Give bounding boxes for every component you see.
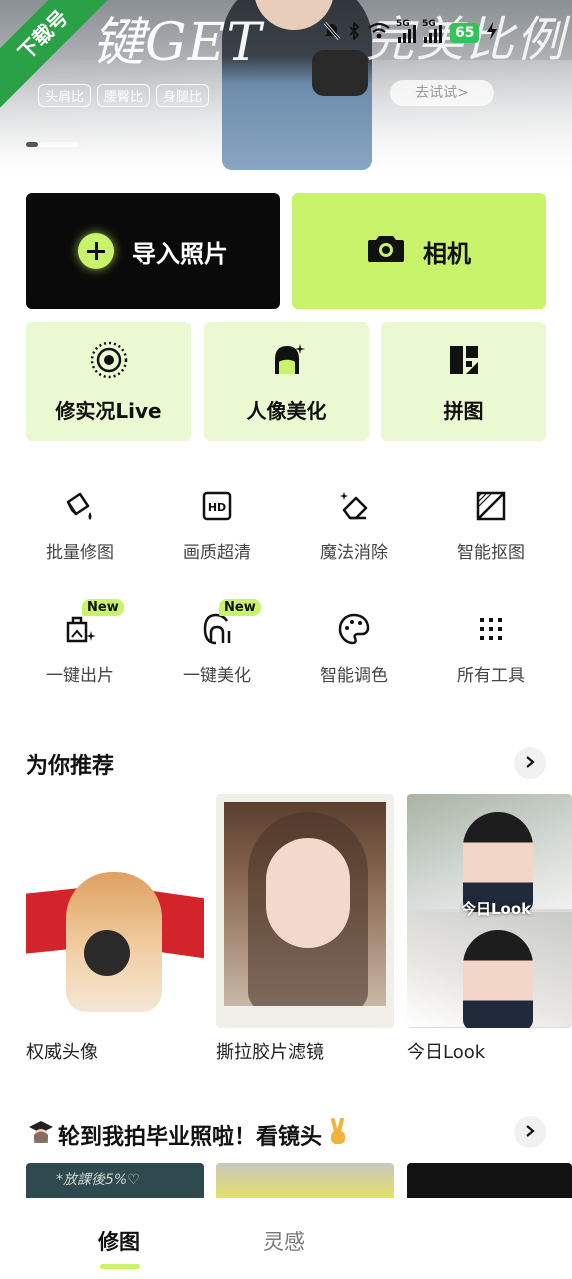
- recommend-thumb[interactable]: [216, 794, 394, 1028]
- tool-hd-enhance[interactable]: HD 画质超清: [162, 488, 272, 563]
- tool-all-tools[interactable]: 所有工具: [436, 611, 546, 686]
- graduation-more-button[interactable]: [514, 1116, 546, 1148]
- look-girl-image: [463, 812, 533, 912]
- graduate-emoji-icon: [28, 1119, 54, 1151]
- look-photo-bottom: [407, 912, 572, 1028]
- tool-label: 一键美化: [183, 666, 251, 686]
- bluetooth-icon: [348, 20, 360, 44]
- one-click-beautify-icon: New: [199, 599, 261, 647]
- look-overlay-label: 今日Look: [461, 900, 532, 918]
- tool-label: 一键出片: [46, 666, 114, 686]
- banner-headline-left: 键GET: [92, 13, 263, 73]
- tab-edit[interactable]: 修图: [98, 1226, 140, 1256]
- add-photo-icon: [78, 233, 114, 269]
- import-photo-button[interactable]: 导入照片: [26, 193, 280, 309]
- banner-tag: 身腿比: [156, 84, 210, 107]
- chevron-right-icon: [524, 754, 536, 773]
- recommend-thumb[interactable]: [26, 794, 204, 1028]
- graduation-section-title: 轮到我拍毕业照啦！看镜头: [28, 1117, 350, 1152]
- banner-try-button[interactable]: 去试试>: [390, 80, 494, 106]
- collage-card[interactable]: 拼图: [381, 322, 546, 441]
- one-click-output-icon: New: [62, 599, 124, 647]
- tool-smart-color[interactable]: 智能调色: [299, 611, 409, 686]
- banner-tags: 头肩比 腰臀比 身腿比: [38, 84, 210, 107]
- magic-eraser-icon: [336, 488, 372, 524]
- peace-hand-icon: [326, 1117, 350, 1152]
- all-tools-grid-icon: [473, 611, 509, 647]
- camera-icon: [367, 233, 405, 269]
- banner-tag: 头肩比: [38, 84, 92, 107]
- chevron-right-icon: [524, 1123, 536, 1142]
- tool-label: 魔法消除: [320, 543, 388, 563]
- tool-one-click-beautify[interactable]: New 一键美化: [162, 599, 272, 686]
- import-photo-label: 导入照片: [132, 239, 228, 268]
- tool-label: 所有工具: [457, 666, 525, 686]
- smart-cutout-icon: [473, 488, 509, 524]
- color-palette-icon: [336, 611, 372, 647]
- look-photo-top: [407, 794, 572, 912]
- banner-model-face: [254, 0, 334, 30]
- tool-label: 画质超清: [183, 543, 251, 563]
- cell-signal-icon: 5G: [396, 19, 416, 43]
- collage-label: 拼图: [443, 398, 484, 423]
- film-photo-face: [266, 838, 350, 948]
- camera-label: 相机: [423, 239, 471, 268]
- portrait-beauty-label: 人像美化: [246, 398, 327, 423]
- cell-signal-icon: 5G: [422, 19, 442, 43]
- live-photo-card[interactable]: 修实况Live: [26, 322, 191, 441]
- graduation-title: 轮到我拍毕业照啦！看镜头: [58, 1125, 323, 1150]
- live-photo-label: 修实况Live: [55, 398, 162, 423]
- look-girl-image: [463, 930, 533, 1028]
- battery-indicator: 65: [450, 23, 480, 43]
- bottom-nav: 修图 灵感: [0, 1198, 572, 1279]
- active-tab-indicator: [100, 1264, 140, 1269]
- svg-text:HD: HD: [208, 501, 226, 514]
- graduation-thumb[interactable]: [407, 1163, 572, 1203]
- banner-bag-image: [312, 50, 368, 96]
- banner-page-indicator: [26, 142, 78, 147]
- status-bar: 5G 5G 65: [323, 19, 498, 44]
- live-photo-icon: [89, 340, 129, 385]
- charging-icon: [487, 22, 498, 44]
- recommend-caption: 权威头像: [26, 1042, 98, 1063]
- new-badge: New: [82, 599, 124, 616]
- tool-magic-eraser[interactable]: 魔法消除: [299, 488, 409, 563]
- wifi-icon: [368, 22, 390, 44]
- recommend-caption: 撕拉胶片滤镜: [216, 1042, 324, 1063]
- tab-inspiration[interactable]: 灵感: [263, 1226, 305, 1256]
- camera-lens-image: [84, 930, 130, 976]
- recommend-thumb[interactable]: 今日Look: [407, 794, 572, 1028]
- tool-one-click-output[interactable]: New 一键出片: [25, 599, 135, 686]
- nav-fade-overlay: [372, 1198, 572, 1279]
- recommend-title: 为你推荐: [26, 754, 115, 779]
- tool-smart-cutout[interactable]: 智能抠图: [436, 488, 546, 563]
- tool-label: 智能调色: [320, 666, 388, 686]
- mute-bell-icon: [323, 22, 341, 44]
- tool-label: 批量修图: [46, 543, 114, 563]
- graduation-thumb[interactable]: *放課後5%♡: [26, 1163, 204, 1203]
- tool-label: 智能抠图: [457, 543, 525, 563]
- banner-tag: 腰臀比: [97, 84, 151, 107]
- recommend-more-button[interactable]: [514, 747, 546, 779]
- portrait-icon: [267, 340, 307, 385]
- portrait-beauty-card[interactable]: 人像美化: [204, 322, 369, 441]
- graduation-thumb[interactable]: [216, 1163, 394, 1203]
- new-badge: New: [219, 599, 261, 616]
- tool-batch-edit[interactable]: 批量修图: [25, 488, 135, 563]
- collage-icon: [444, 340, 484, 385]
- hd-icon: HD: [199, 488, 235, 524]
- batch-edit-icon: [62, 488, 98, 524]
- camera-button[interactable]: 相机: [292, 193, 546, 309]
- chalkboard-text: *放課後5%♡: [56, 1172, 140, 1188]
- recommend-caption: 今日Look: [407, 1042, 486, 1063]
